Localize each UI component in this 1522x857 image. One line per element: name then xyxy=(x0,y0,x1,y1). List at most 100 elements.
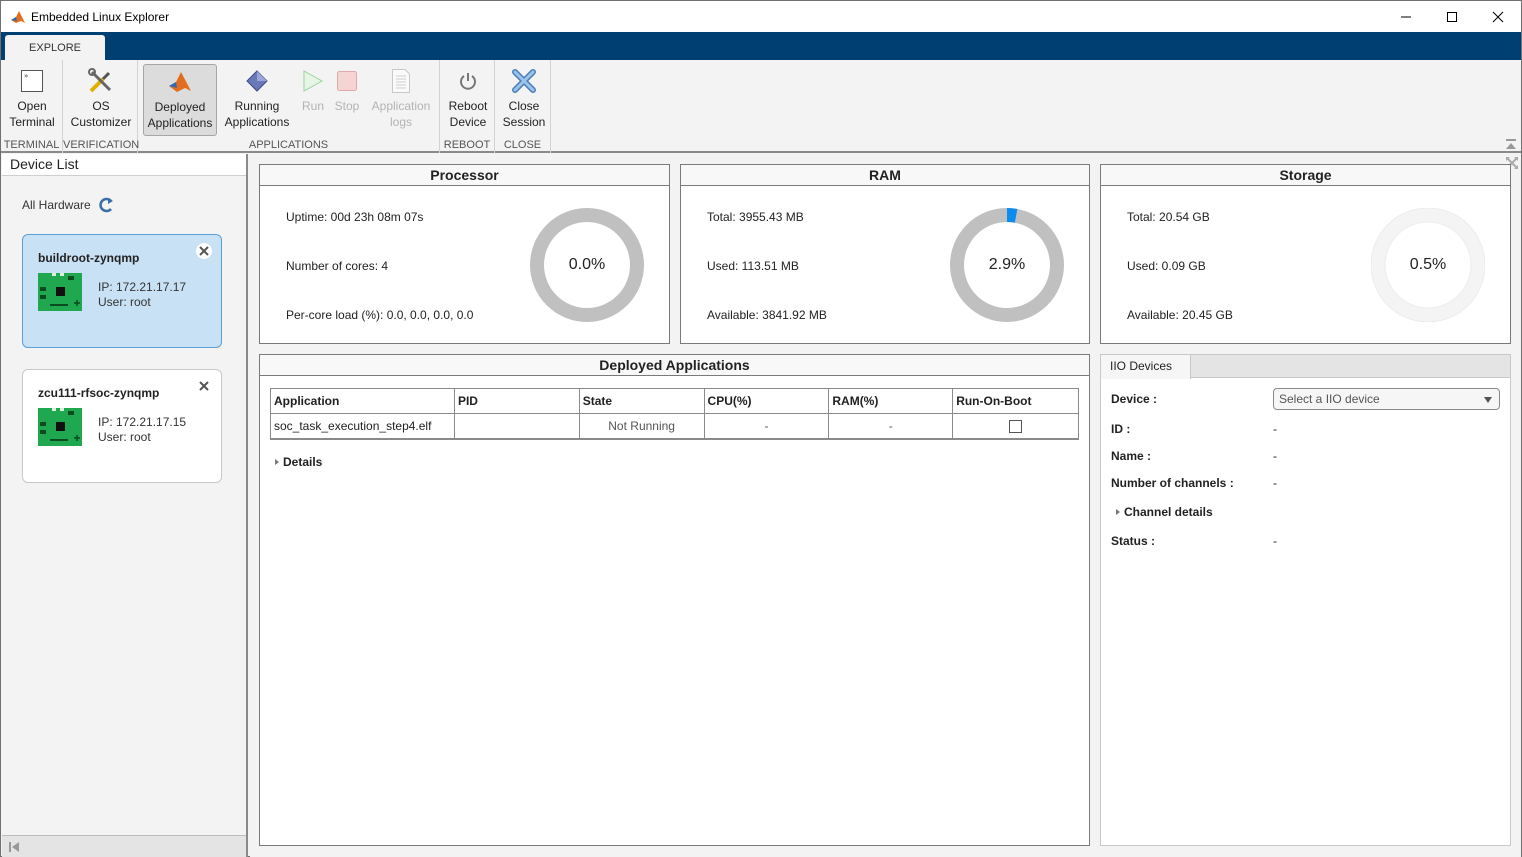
processor-uptime: Uptime: 00d 23h 08m 07s xyxy=(286,210,424,224)
close-icon xyxy=(199,246,209,256)
deployed-applications-label-1: Deployed xyxy=(154,100,206,114)
device-panel-footer xyxy=(2,835,246,857)
matlab-icon xyxy=(169,72,191,92)
expand-triangle-icon xyxy=(1116,509,1120,515)
minimize-button[interactable] xyxy=(1383,1,1429,32)
window-title: Embedded Linux Explorer xyxy=(31,9,170,24)
tab-explore[interactable]: EXPLORE xyxy=(5,35,105,60)
processor-cores: Number of cores: 4 xyxy=(286,259,389,273)
reboot-device-label-2: Device xyxy=(449,115,487,129)
remove-device-button[interactable] xyxy=(196,243,212,259)
device-ip: IP: 172.21.17.17 xyxy=(98,280,187,294)
column-header-ram[interactable]: RAM(%) xyxy=(828,388,954,414)
running-applications-button[interactable]: Running Applications xyxy=(221,64,293,136)
group-applications: Deployed Applications Running Applicatio… xyxy=(138,60,440,153)
ram-gauge: 2.9% xyxy=(950,208,1064,322)
close-session-label-2: Session xyxy=(502,115,546,129)
cell-state: Not Running xyxy=(578,413,705,440)
remove-device-button[interactable] xyxy=(196,378,212,394)
iio-device-dropdown[interactable]: Select a IIO device xyxy=(1273,388,1500,410)
stop-button[interactable]: Stop xyxy=(330,64,364,136)
open-terminal-label-2: Terminal xyxy=(9,115,55,129)
running-applications-label-1: Running xyxy=(234,99,280,113)
column-header-pid[interactable]: PID xyxy=(453,388,580,414)
id-value: - xyxy=(1273,422,1277,436)
applications-table: Application PID State CPU(%) RAM(%) Run-… xyxy=(270,388,1079,440)
board-icon xyxy=(38,273,82,311)
group-terminal: » Open Terminal TERMINAL xyxy=(1,60,63,153)
device-ip: IP: 172.21.17.15 xyxy=(98,415,187,429)
collapse-toolstrip-icon[interactable] xyxy=(1505,138,1517,150)
group-verification: OS Customizer VERIFICATION xyxy=(63,60,140,153)
close-icon xyxy=(1492,11,1504,22)
group-label-close: CLOSE xyxy=(503,139,542,151)
name-value: - xyxy=(1273,449,1277,463)
channel-details-expander[interactable]: Channel details xyxy=(1116,505,1213,519)
ram-panel: RAM Total: 3955.43 MB Used: 113.51 MB Av… xyxy=(680,164,1090,344)
run-button[interactable]: Run xyxy=(296,64,330,136)
group-label-verification: VERIFICATION xyxy=(63,139,140,151)
run-on-boot-checkbox[interactable] xyxy=(1009,419,1023,433)
svg-text:»: » xyxy=(24,72,28,80)
iio-device-placeholder: Select a IIO device xyxy=(1279,392,1380,406)
os-customizer-label-1: OS xyxy=(92,99,110,113)
cell-ram: - xyxy=(828,413,954,440)
maximize-button[interactable] xyxy=(1429,1,1475,32)
group-label-applications: APPLICATIONS xyxy=(248,139,329,151)
storage-total: Total: 20.54 GB xyxy=(1127,210,1210,224)
device-info: IP: 172.21.17.15 User: root xyxy=(98,415,186,445)
deployed-applications-button[interactable]: Deployed Applications xyxy=(143,64,217,136)
storage-percent: 0.5% xyxy=(1409,256,1447,273)
cell-pid xyxy=(453,413,580,440)
storage-gauge: 0.5% xyxy=(1370,207,1486,323)
maximize-icon xyxy=(1447,11,1457,22)
device-list-title: Device List xyxy=(2,154,246,176)
channels-value: - xyxy=(1273,476,1277,490)
application-logs-button[interactable]: Application logs xyxy=(366,64,436,136)
title-bar: Embedded Linux Explorer xyxy=(1,1,1521,32)
device-card-buildroot-zynqmp[interactable]: buildroot-zynqmp IP: 172.21.17.17 User: … xyxy=(22,234,222,348)
close-session-label-1: Close xyxy=(508,99,540,113)
all-hardware-label: All Hardware xyxy=(22,198,91,212)
processor-per-core-load: Per-core load (%): 0.0, 0.0, 0.0, 0.0 xyxy=(286,308,474,322)
deployed-applications-panel: Deployed Applications Application PID St… xyxy=(259,354,1090,846)
storage-used: Used: 0.09 GB xyxy=(1127,259,1206,273)
refresh-icon[interactable] xyxy=(97,196,115,214)
terminal-icon: » xyxy=(21,70,43,92)
close-session-button[interactable]: Close Session xyxy=(498,64,550,136)
ram-used: Used: 113.51 MB xyxy=(707,259,799,273)
column-header-run-on-boot[interactable]: Run-On-Boot xyxy=(952,388,1079,414)
column-header-cpu[interactable]: CPU(%) xyxy=(703,388,830,414)
power-icon xyxy=(460,73,476,90)
storage-available: Available: 20.45 GB xyxy=(1127,308,1233,322)
details-expander[interactable]: Details xyxy=(275,455,322,469)
table-row[interactable]: soc_task_execution_step4.elf Not Running… xyxy=(270,413,1079,440)
device-label: Device : xyxy=(1111,392,1158,406)
table-header-row: Application PID State CPU(%) RAM(%) Run-… xyxy=(270,388,1079,414)
tab-iio-devices[interactable]: IIO Devices xyxy=(1101,355,1191,379)
id-label: ID : xyxy=(1111,422,1131,436)
storage-panel: Storage Total: 20.54 GB Used: 0.09 GB Av… xyxy=(1100,164,1511,344)
open-terminal-button[interactable]: » Open Terminal xyxy=(3,64,61,136)
iio-tabgroup: IIO Devices xyxy=(1101,355,1510,379)
reboot-device-button[interactable]: Reboot Device xyxy=(443,64,493,136)
device-card-zcu111-rfsoc-zynqmp[interactable]: zcu111-rfsoc-zynqmp IP: 172.21.17.15 Use… xyxy=(22,369,222,483)
processor-title: Processor xyxy=(260,165,669,186)
dropdown-arrow-icon xyxy=(1484,397,1492,403)
stop-label: Stop xyxy=(334,99,360,113)
ribbon-tabstrip: EXPLORE xyxy=(1,32,1521,60)
collapse-panel-icon[interactable] xyxy=(8,841,20,853)
column-header-state[interactable]: State xyxy=(578,388,705,414)
group-label-terminal: TERMINAL xyxy=(3,139,60,151)
close-icon xyxy=(199,381,209,391)
os-customizer-button[interactable]: OS Customizer xyxy=(67,64,135,136)
column-header-application[interactable]: Application xyxy=(270,388,455,414)
processor-gauge: 0.0% xyxy=(530,208,644,322)
cell-application: soc_task_execution_step4.elf xyxy=(270,413,455,440)
play-icon xyxy=(303,70,324,92)
group-close: Close Session CLOSE xyxy=(495,60,551,153)
device-user: User: root xyxy=(98,295,151,309)
diamond-icon xyxy=(246,70,268,92)
close-window-button[interactable] xyxy=(1475,1,1521,32)
ram-percent: 2.9% xyxy=(988,256,1026,273)
